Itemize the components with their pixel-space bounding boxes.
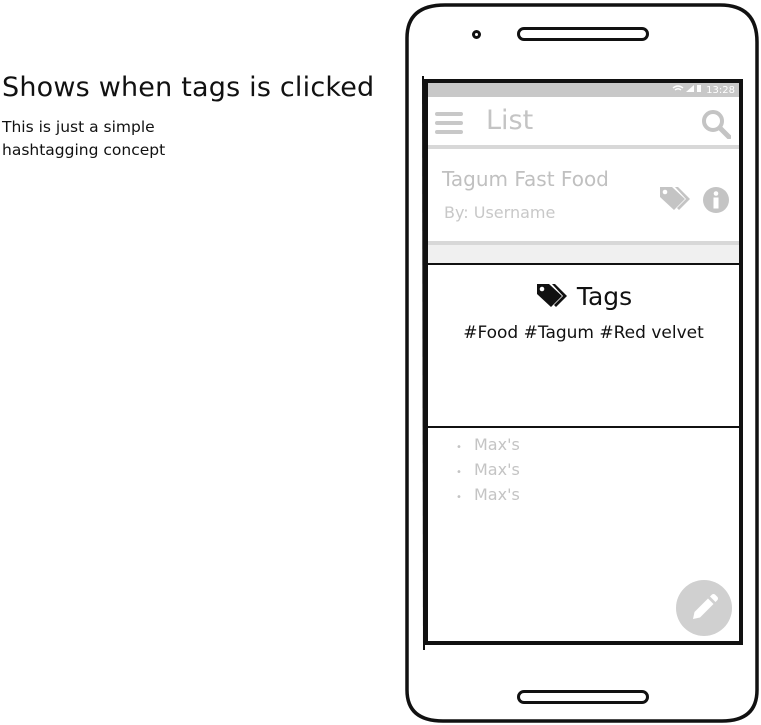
search-icon[interactable] — [701, 109, 731, 139]
wifi-signal-battery-icon — [672, 85, 702, 92]
tags-popup-title: Tags — [576, 281, 633, 311]
list-item[interactable]: • Max's — [456, 457, 520, 482]
list-item[interactable]: • Max's — [456, 432, 520, 457]
list-item[interactable]: • Max's — [456, 482, 520, 507]
edit-fab-button[interactable] — [676, 580, 732, 636]
pencil-icon — [693, 594, 718, 619]
status-bar: 13:28 — [428, 83, 739, 97]
camera-dot — [472, 30, 481, 39]
tags-popup-header: Tags — [428, 281, 739, 311]
info-icon[interactable] — [702, 186, 730, 214]
card-title: Tagum Fast Food — [442, 167, 609, 191]
speaker-slot — [517, 27, 649, 41]
app-bar-title: List — [486, 105, 534, 136]
hashtag-list: #Food #Tagum #Red velvet — [463, 323, 704, 343]
menu-icon[interactable] — [435, 112, 463, 134]
tags-popup: Tags #Food #Tagum #Red velvet — [428, 263, 739, 428]
list-card[interactable]: Tagum Fast Food By: Username — [428, 149, 739, 245]
divider-band — [428, 245, 739, 263]
place-list: • Max's • Max's • Max's — [456, 432, 520, 507]
app-bar: List — [428, 97, 739, 149]
status-time: 13:28 — [706, 84, 735, 96]
phone-screen: 13:28 List Tagum Fast Food By: Username — [424, 79, 743, 645]
status-icons — [672, 84, 702, 96]
home-button[interactable] — [517, 690, 649, 704]
tags-icon — [536, 284, 567, 307]
tags-icon[interactable] — [658, 184, 692, 214]
card-subtitle: By: Username — [444, 203, 556, 222]
